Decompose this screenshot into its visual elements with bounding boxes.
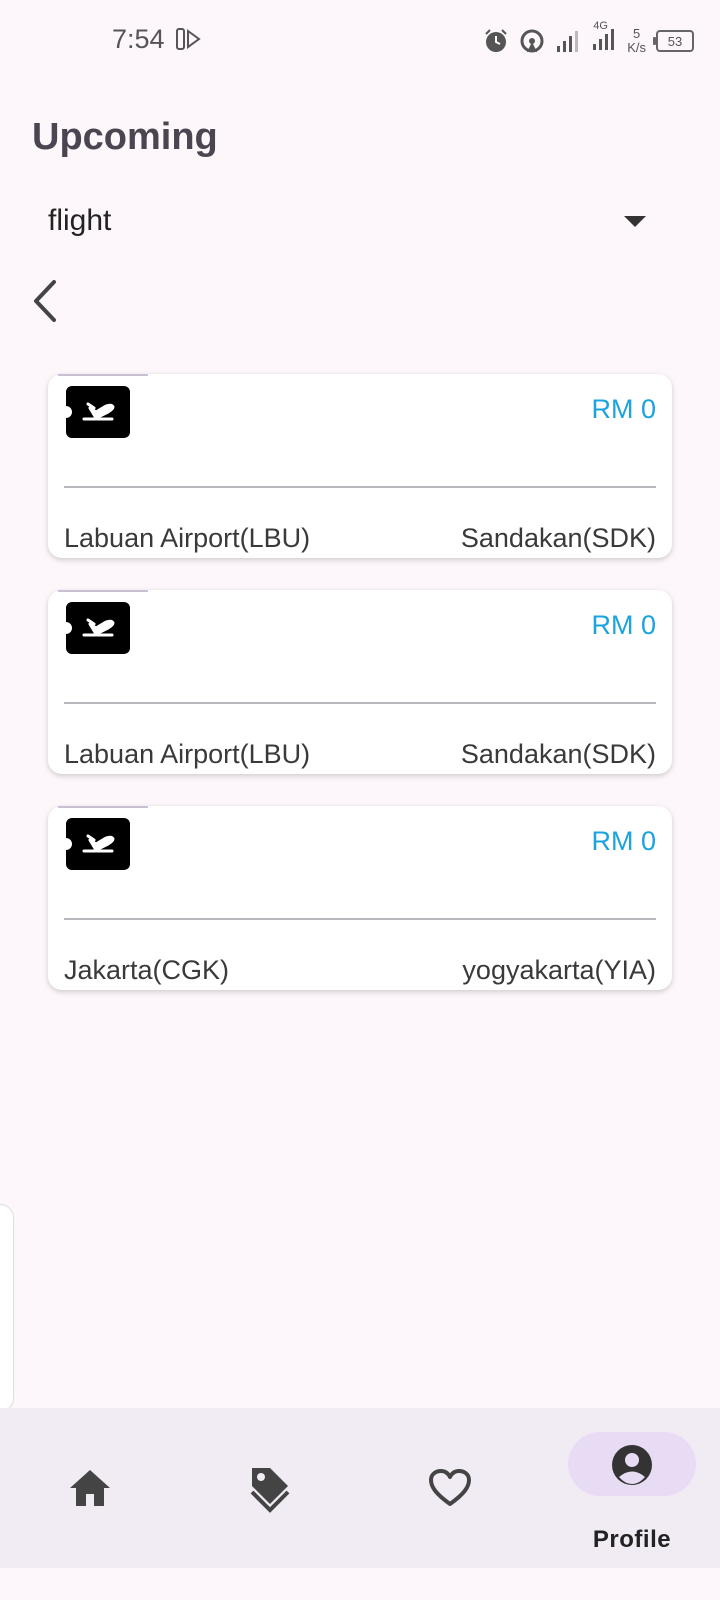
card-accent [58,806,148,808]
gesture-bar-area [0,1568,720,1600]
battery-icon: 53 [653,30,694,52]
home-icon [70,1470,110,1506]
booking-card[interactable]: RM 0 Labuan Airport(LBU) Sandakan(SDK) [48,374,672,558]
card-origin: Labuan Airport(LBU) [64,739,311,769]
status-icons: 4G 5 K/s 53 [483,20,694,58]
flight-ticket-icon [66,386,130,438]
signal-icon [557,31,579,52]
card-divider [64,918,656,920]
dropdown-arrow-icon [624,216,646,227]
booking-list: RM 0 Labuan Airport(LBU) Sandakan(SDK) R… [48,374,672,1022]
nav-home[interactable] [20,1408,160,1568]
category-dropdown[interactable]: flight [32,192,662,254]
card-divider [64,486,656,488]
card-accent [58,374,148,376]
status-time: 7:54 [112,24,165,54]
card-price: RM 0 [591,610,656,640]
flight-ticket-icon [66,818,130,870]
tag-icon [250,1468,290,1513]
nav-deals[interactable] [200,1408,340,1568]
dropdown-selected-value: flight [48,204,112,237]
booking-card[interactable]: RM 0 Labuan Airport(LBU) Sandakan(SDK) [48,590,672,774]
profile-icon [612,1445,652,1485]
hotspot-icon [520,29,544,53]
card-origin: Labuan Airport(LBU) [64,523,311,553]
booking-card[interactable]: RM 0 Jakarta(CGK) yogyakarta(YIA) [48,806,672,990]
battery-level: 53 [667,33,683,49]
page-title: Upcoming [32,116,218,158]
back-button[interactable] [26,276,66,326]
media-play-icon [176,28,201,50]
heart-icon [429,1469,471,1506]
signal-4g: 4G [591,20,617,57]
card-origin: Jakarta(CGK) [64,955,230,985]
nav-favorites[interactable] [380,1408,520,1568]
card-price: RM 0 [591,394,656,424]
network-type: 4G [593,19,608,32]
card-price: RM 0 [591,826,656,856]
card-destination: yogyakarta(YIA) [462,955,656,985]
card-accent [58,590,148,592]
status-bar: 7:54 4G 5 K/s 53 [0,0,720,80]
card-divider [64,702,656,704]
net-speed-unit: K/s [627,40,646,55]
edge-panel-handle[interactable] [0,1204,14,1412]
flight-ticket-icon [66,602,130,654]
card-destination: Sandakan(SDK) [460,739,656,769]
card-destination: Sandakan(SDK) [460,523,656,553]
alarm-icon [485,29,507,52]
nav-profile-label: Profile [592,1526,672,1553]
net-speed: 5 K/s [627,27,646,55]
net-speed-value: 5 [632,26,641,41]
bottom-nav: Profile [0,1408,720,1568]
screen: 7:54 4G 5 K/s 53 Upcoming flight RM 0 La… [0,0,720,1600]
